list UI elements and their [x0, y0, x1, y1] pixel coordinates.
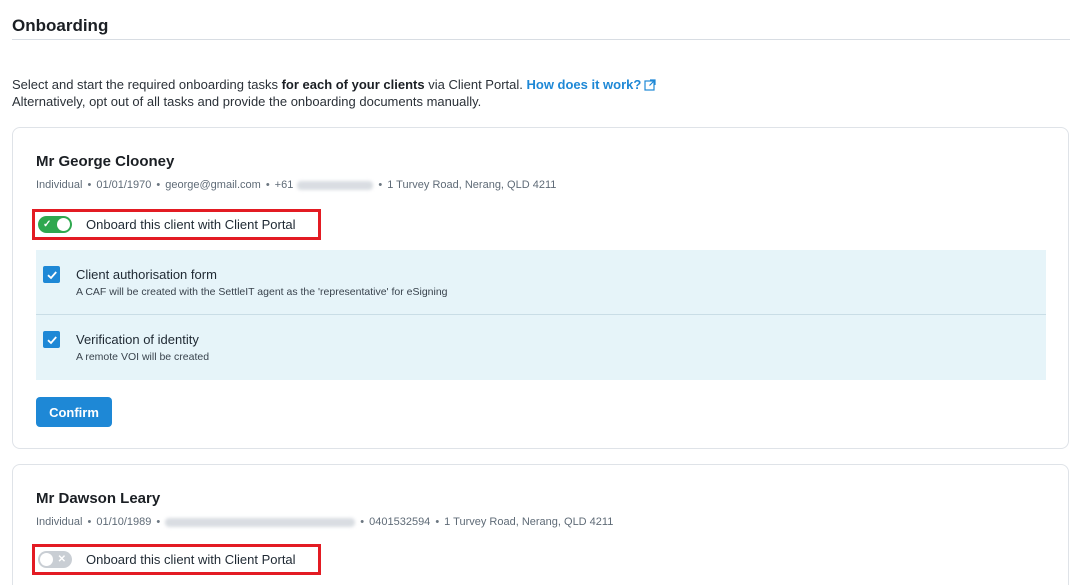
onboard-toggle-label: Onboard this client with Client Portal: [86, 552, 296, 567]
intro-prefix: Select and start the required onboarding…: [12, 77, 282, 92]
client-card-dawson-leary: Mr Dawson Leary Individual • 01/10/1989 • …: [12, 464, 1069, 585]
task-title: Client authorisation form: [76, 267, 217, 282]
check-icon: ✓: [43, 219, 52, 230]
check-icon: [46, 270, 57, 279]
client-phone-prefix: +61: [274, 179, 294, 191]
task-title: Verification of identity: [76, 332, 199, 347]
x-icon: ✕: [57, 554, 66, 565]
redacted-email: [165, 517, 356, 527]
toggle-knob: [57, 218, 70, 231]
toggle-knob: [40, 553, 53, 566]
client-phone: 0401532594: [369, 516, 431, 528]
onboard-toggle-switch[interactable]: ✕: [38, 551, 72, 568]
client-meta: Individual • 01/10/1989 • • 0401532594 • 1 …: [36, 516, 614, 528]
client-dob: 01/10/1989: [96, 516, 152, 528]
client-type: Individual: [36, 179, 83, 191]
client-card-george-clooney: Mr George Clooney Individual • 01/01/1970…: [12, 127, 1069, 449]
page-title: Onboarding: [12, 16, 109, 35]
help-link-label: How does it work?: [526, 77, 642, 92]
task-description: A remote VOI will be created: [76, 351, 210, 363]
task-checkbox[interactable]: [43, 266, 60, 283]
redacted-phone: [297, 180, 374, 190]
onboard-toggle-switch[interactable]: ✓: [38, 216, 72, 233]
intro-line-2: Alternatively, opt out of all tasks and …: [12, 94, 482, 109]
onboard-toggle-label: Onboard this client with Client Portal: [86, 217, 296, 232]
title-divider: [12, 39, 1070, 40]
check-icon: [46, 335, 57, 344]
intro-bold: for each of your clients: [281, 77, 425, 92]
onboard-toggle-row: ✕ Onboard this client with Client Portal: [32, 544, 321, 575]
client-meta: Individual • 01/01/1970 • george@gmail.com…: [36, 179, 557, 191]
onboarding-task-list: Client authorisation form A CAF will be …: [36, 250, 1046, 380]
onboard-toggle-row: ✓ Onboard this client with Client Portal: [32, 209, 321, 240]
client-email: george@gmail.com: [165, 179, 261, 191]
client-dob: 01/01/1970: [96, 179, 152, 191]
intro-text: Select and start the required onboarding…: [12, 76, 656, 110]
task-checkbox[interactable]: [43, 331, 60, 348]
task-client-authorisation-form: Client authorisation form A CAF will be …: [36, 250, 1046, 315]
how-does-it-work-link[interactable]: How does it work?: [526, 77, 656, 92]
external-link-icon: [644, 79, 656, 91]
intro-line-1: Select and start the required onboarding…: [12, 76, 656, 93]
client-address: 1 Turvey Road, Nerang, QLD 4211: [444, 516, 614, 528]
client-name: Mr Dawson Leary: [36, 490, 161, 507]
confirm-button[interactable]: Confirm: [36, 397, 112, 427]
client-type: Individual: [36, 516, 83, 528]
client-address: 1 Turvey Road, Nerang, QLD 4211: [387, 179, 557, 191]
intro-suffix: via Client Portal.: [424, 77, 527, 92]
client-name: Mr George Clooney: [36, 153, 175, 170]
task-verification-of-identity: Verification of identity A remote VOI wi…: [36, 315, 1046, 380]
task-description: A CAF will be created with the SettleIT …: [76, 286, 448, 298]
